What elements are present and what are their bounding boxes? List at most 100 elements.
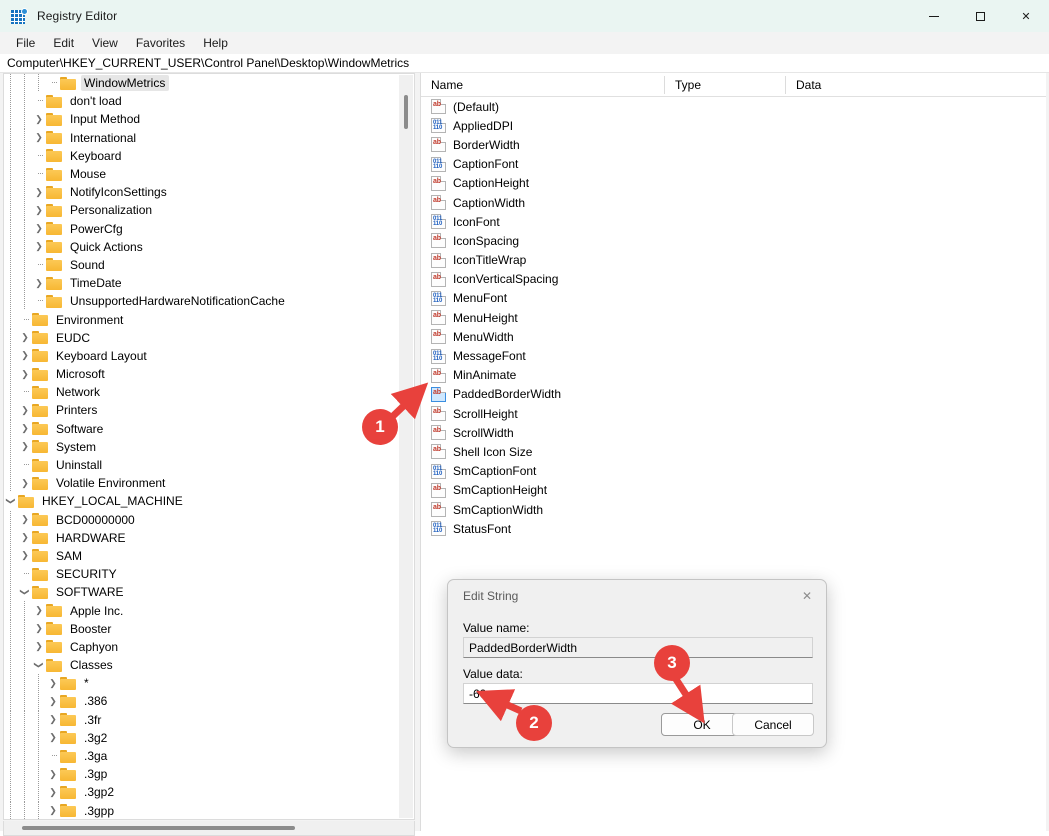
chevron-right-icon[interactable]: ❯ bbox=[18, 329, 32, 347]
chevron-right-icon[interactable]: ❯ bbox=[32, 110, 46, 128]
chevron-right-icon[interactable]: ❯ bbox=[46, 674, 60, 692]
menu-edit[interactable]: Edit bbox=[44, 34, 83, 52]
value-row[interactable]: abPaddedBorderWidthREG_SZ-60 bbox=[421, 385, 1046, 404]
minimize-button[interactable] bbox=[911, 0, 957, 32]
column-header-data[interactable]: Data bbox=[786, 73, 821, 97]
value-row[interactable]: 011110SmCaptionFontREG_BINARYf4 ff ff ff… bbox=[421, 462, 1046, 481]
tree-item[interactable]: ❯Apple Inc. bbox=[4, 601, 414, 619]
chevron-right-icon[interactable]: ❯ bbox=[32, 201, 46, 219]
chevron-right-icon[interactable]: ❯ bbox=[18, 438, 32, 456]
tree-item[interactable]: ❯.3gp bbox=[4, 765, 414, 783]
value-row[interactable]: abCaptionHeightREG_SZ-330 bbox=[421, 174, 1046, 193]
tree-item[interactable]: ❯Volatile Environment bbox=[4, 474, 414, 492]
value-row[interactable]: 011110IconFontREG_BINARYf4 ff ff ff 00 0… bbox=[421, 212, 1046, 231]
value-name-field[interactable]: PaddedBorderWidth bbox=[463, 637, 813, 658]
value-row[interactable]: 011110MessageFontREG_BINARYf4 ff ff ff 0… bbox=[421, 346, 1046, 365]
chevron-right-icon[interactable]: ❯ bbox=[18, 347, 32, 365]
tree-item[interactable]: ❯* bbox=[4, 674, 414, 692]
value-row[interactable]: abMenuWidthREG_SZ-285 bbox=[421, 327, 1046, 346]
value-row[interactable]: abIconSpacingREG_SZ-1125 bbox=[421, 231, 1046, 250]
chevron-right-icon[interactable]: ❯ bbox=[32, 129, 46, 147]
dialog-close-icon[interactable]: ✕ bbox=[797, 587, 817, 605]
tree-item[interactable]: UnsupportedHardwareNotificationCache bbox=[4, 292, 414, 310]
value-row[interactable]: abMinAnimateREG_SZ1 bbox=[421, 366, 1046, 385]
menu-file[interactable]: File bbox=[7, 34, 44, 52]
ok-button[interactable]: OK bbox=[661, 713, 743, 736]
tree-item[interactable]: ❯.3fr bbox=[4, 711, 414, 729]
chevron-right-icon[interactable]: ❯ bbox=[32, 183, 46, 201]
value-data-field[interactable]: -60 bbox=[463, 683, 813, 704]
tree-item[interactable]: ❯NotifyIconSettings bbox=[4, 183, 414, 201]
value-row[interactable]: abIconTitleWrapREG_SZ1 bbox=[421, 251, 1046, 270]
tree-item[interactable]: ❯System bbox=[4, 438, 414, 456]
tree-item[interactable]: ❯HKEY_LOCAL_MACHINE bbox=[4, 492, 414, 510]
tree-item[interactable]: ❯.3gp2 bbox=[4, 783, 414, 801]
chevron-right-icon[interactable]: ❯ bbox=[46, 692, 60, 710]
tree-item[interactable]: ❯Input Method bbox=[4, 110, 414, 128]
tree-item[interactable]: WindowMetrics bbox=[4, 74, 414, 92]
value-row[interactable]: 011110StatusFontREG_BINARYf4 ff ff ff 00… bbox=[421, 519, 1046, 538]
menu-view[interactable]: View bbox=[83, 34, 127, 52]
tree-item[interactable]: ❯Microsoft bbox=[4, 365, 414, 383]
tree-item[interactable]: ❯International bbox=[4, 129, 414, 147]
tree-item[interactable]: ❯Booster bbox=[4, 620, 414, 638]
value-row[interactable]: 011110MenuFontREG_BINARYf4 ff ff ff 00 0… bbox=[421, 289, 1046, 308]
tree-item[interactable]: ❯Caphyon bbox=[4, 638, 414, 656]
chevron-right-icon[interactable]: ❯ bbox=[18, 365, 32, 383]
chevron-right-icon[interactable]: ❯ bbox=[32, 638, 46, 656]
value-row[interactable]: ab(Default)REG_SZ(value not set) bbox=[421, 97, 1046, 116]
tree-item[interactable]: ❯SAM bbox=[4, 547, 414, 565]
maximize-button[interactable] bbox=[957, 0, 1003, 32]
tree-item[interactable]: ❯SOFTWARE bbox=[4, 583, 414, 601]
value-row[interactable]: 011110CaptionFontREG_BINARYf4 ff ff ff 0… bbox=[421, 155, 1046, 174]
tree-item[interactable]: SECURITY bbox=[4, 565, 414, 583]
chevron-right-icon[interactable]: ❯ bbox=[46, 802, 60, 819]
chevron-right-icon[interactable]: ❯ bbox=[32, 220, 46, 238]
registry-tree-pane[interactable]: WindowMetricsdon't load❯Input Method❯Int… bbox=[3, 73, 415, 820]
tree-item[interactable]: ❯BCD00000000 bbox=[4, 511, 414, 529]
column-header-type[interactable]: Type bbox=[665, 73, 701, 97]
chevron-right-icon[interactable]: ❯ bbox=[18, 474, 32, 492]
chevron-right-icon[interactable]: ❯ bbox=[18, 529, 32, 547]
tree-item[interactable]: ❯.3g2 bbox=[4, 729, 414, 747]
tree-item[interactable]: Keyboard bbox=[4, 147, 414, 165]
close-button[interactable]: ✕ bbox=[1003, 0, 1049, 32]
tree-vertical-scroll-thumb[interactable] bbox=[404, 95, 408, 129]
tree-item[interactable]: ❯.386 bbox=[4, 692, 414, 710]
tree-item[interactable]: ❯TimeDate bbox=[4, 274, 414, 292]
chevron-right-icon[interactable]: ❯ bbox=[46, 729, 60, 747]
chevron-right-icon[interactable]: ❯ bbox=[46, 711, 60, 729]
tree-item[interactable]: ❯.3gpp bbox=[4, 802, 414, 820]
menu-help[interactable]: Help bbox=[194, 34, 237, 52]
tree-item[interactable]: Mouse bbox=[4, 165, 414, 183]
tree-item[interactable]: ❯Software bbox=[4, 420, 414, 438]
tree-item[interactable]: .3ga bbox=[4, 747, 414, 765]
chevron-right-icon[interactable]: ❯ bbox=[32, 602, 46, 620]
tree-item[interactable]: Uninstall bbox=[4, 456, 414, 474]
tree-item[interactable]: ❯Printers bbox=[4, 401, 414, 419]
tree-item[interactable]: Sound bbox=[4, 256, 414, 274]
value-row[interactable]: 011110AppliedDPIREG_DWORD0x00000060 (96) bbox=[421, 116, 1046, 135]
value-row[interactable]: abSmCaptionWidthREG_SZ-330 bbox=[421, 500, 1046, 519]
tree-item[interactable]: ❯EUDC bbox=[4, 329, 414, 347]
tree-item[interactable]: ❯Classes bbox=[4, 656, 414, 674]
value-row[interactable]: abScrollWidthREG_SZ-255 bbox=[421, 423, 1046, 442]
value-row[interactable]: abScrollHeightREG_SZ-255 bbox=[421, 404, 1046, 423]
tree-item[interactable]: ❯Personalization bbox=[4, 201, 414, 219]
tree-item[interactable]: don't load bbox=[4, 92, 414, 110]
tree-item[interactable]: ❯Keyboard Layout bbox=[4, 347, 414, 365]
value-row[interactable]: abIconVerticalSpacingREG_SZ-1125 bbox=[421, 270, 1046, 289]
value-row[interactable]: abBorderWidthREG_SZ-15 bbox=[421, 135, 1046, 154]
tree-item[interactable]: Network bbox=[4, 383, 414, 401]
registry-tree[interactable]: WindowMetricsdon't load❯Input Method❯Int… bbox=[4, 74, 414, 819]
chevron-right-icon[interactable]: ❯ bbox=[18, 420, 32, 438]
chevron-right-icon[interactable]: ❯ bbox=[18, 401, 32, 419]
chevron-right-icon[interactable]: ❯ bbox=[32, 238, 46, 256]
value-row[interactable]: abShell Icon SizeREG_SZ32 bbox=[421, 442, 1046, 461]
menu-favorites[interactable]: Favorites bbox=[127, 34, 194, 52]
tree-item[interactable]: ❯PowerCfg bbox=[4, 220, 414, 238]
tree-horizontal-scroll-thumb[interactable] bbox=[22, 826, 295, 830]
value-row[interactable]: abSmCaptionHeightREG_SZ-330 bbox=[421, 481, 1046, 500]
tree-vertical-scrollbar[interactable] bbox=[399, 75, 413, 818]
chevron-right-icon[interactable]: ❯ bbox=[18, 511, 32, 529]
